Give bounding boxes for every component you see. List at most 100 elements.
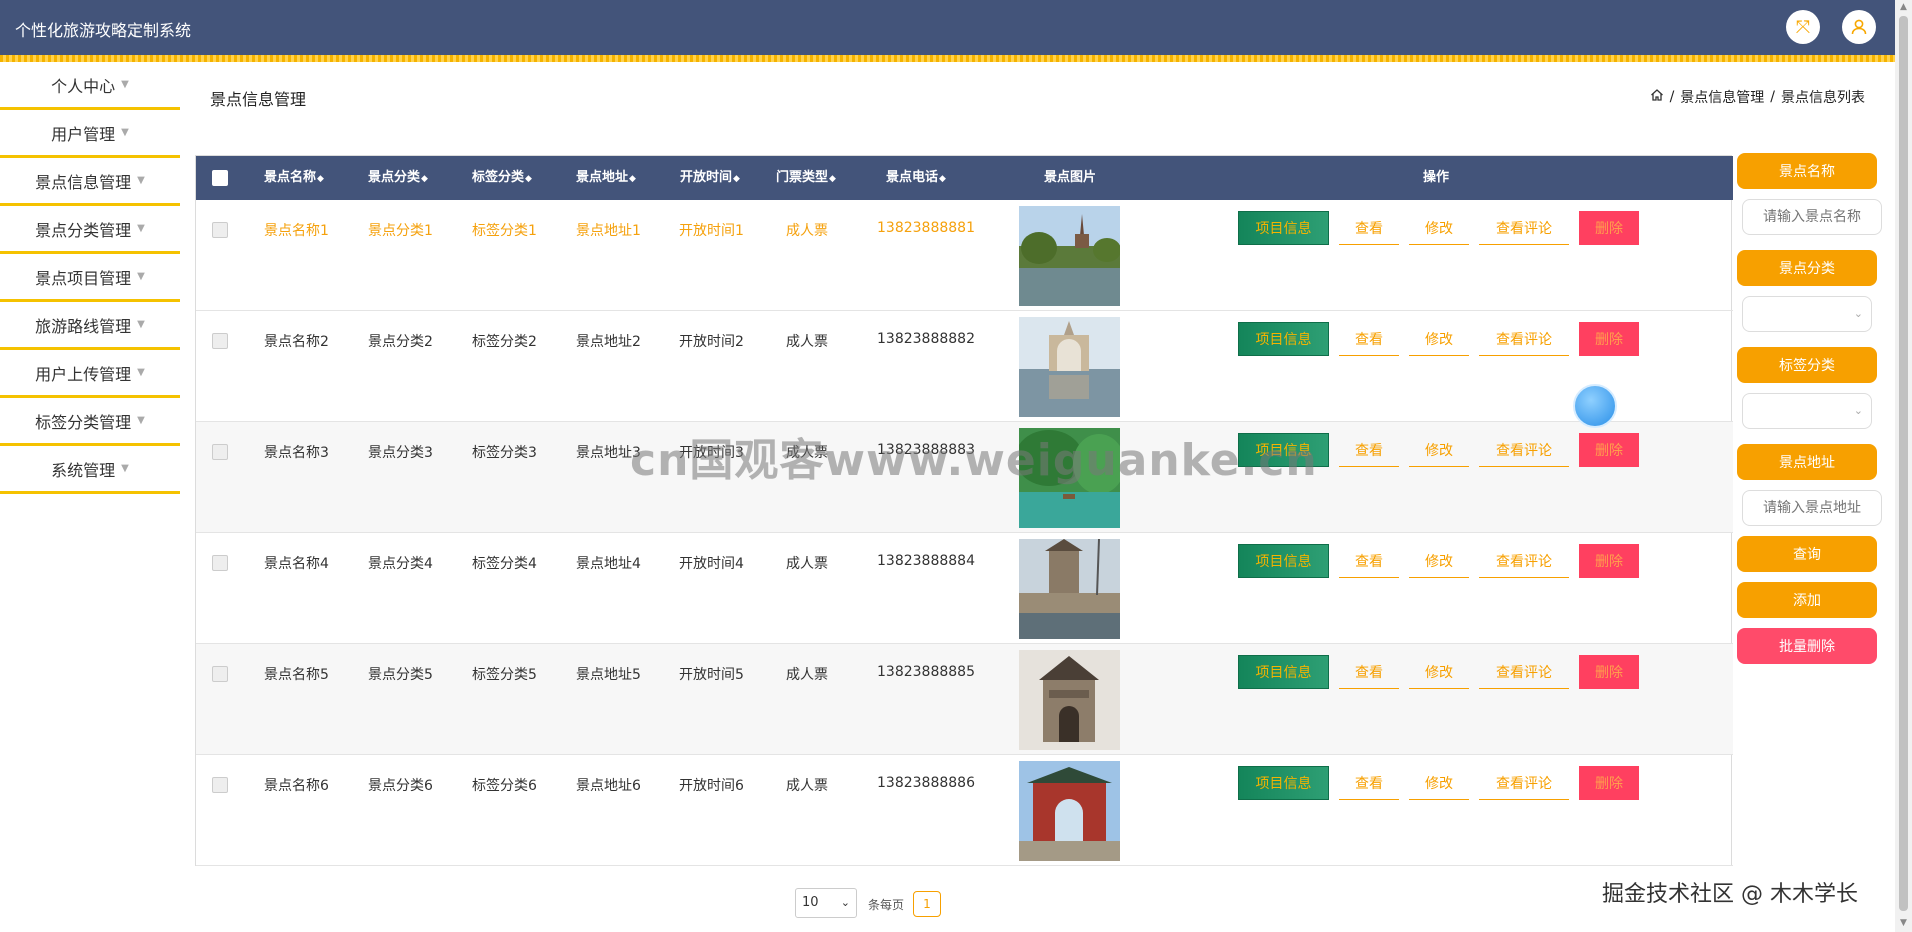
edit-button[interactable]: 修改: [1409, 322, 1469, 356]
sidebar-item-label: 个人中心: [51, 76, 116, 96]
cell-ticket: 成人票: [786, 667, 828, 683]
sidebar-item-scenic-project[interactable]: 景点项目管理 ▼: [0, 254, 180, 302]
user-icon[interactable]: [1842, 10, 1876, 44]
cell-phone: 13823888882: [877, 331, 975, 347]
col-address[interactable]: 景点地址◆: [566, 156, 646, 200]
project-info-button[interactable]: 项目信息: [1238, 322, 1329, 356]
sidebar-item-scenic-info[interactable]: 景点信息管理 ▼: [0, 158, 180, 206]
col-name[interactable]: 景点名称◆: [254, 156, 334, 200]
scenic-thumbnail[interactable]: [1019, 317, 1120, 417]
row-checkbox[interactable]: [212, 333, 228, 349]
delete-button[interactable]: 删除: [1579, 433, 1639, 467]
cell-tag: 标签分类3: [472, 445, 537, 461]
scenic-thumbnail[interactable]: [1019, 206, 1120, 306]
cell-name: 景点名称6: [264, 778, 329, 794]
view-reviews-button[interactable]: 查看评论: [1479, 655, 1569, 689]
project-info-button[interactable]: 项目信息: [1238, 544, 1329, 578]
col-phone[interactable]: 景点电话◆: [876, 156, 956, 200]
view-button[interactable]: 查看: [1339, 766, 1399, 800]
view-button[interactable]: 查看: [1339, 655, 1399, 689]
project-info-button[interactable]: 项目信息: [1238, 655, 1329, 689]
view-reviews-button[interactable]: 查看评论: [1479, 211, 1569, 245]
top-navbar: 个性化旅游攻略定制系统 ⤧: [0, 0, 1895, 55]
page-title: 景点信息管理: [210, 90, 307, 109]
view-button[interactable]: 查看: [1339, 433, 1399, 467]
scenic-thumbnail[interactable]: [1019, 650, 1120, 750]
page-number-current[interactable]: 1: [913, 891, 941, 917]
edit-button[interactable]: 修改: [1409, 766, 1469, 800]
table-row[interactable]: 景点名称4 景点分类4 标签分类4 景点地址4 开放时间4 成人票 138238…: [196, 533, 1733, 644]
sidebar-item-tags[interactable]: 标签分类管理 ▼: [0, 398, 180, 446]
sidebar-item-personal[interactable]: 个人中心 ▼: [0, 62, 180, 110]
table-row[interactable]: 景点名称2 景点分类2 标签分类2 景点地址2 开放时间2 成人票 138238…: [196, 311, 1733, 422]
home-icon[interactable]: [1650, 88, 1664, 106]
breadcrumb-level1[interactable]: 景点信息管理: [1680, 87, 1764, 107]
table-row[interactable]: 景点名称5 景点分类5 标签分类5 景点地址5 开放时间5 成人票 138238…: [196, 644, 1733, 755]
delete-button[interactable]: 删除: [1579, 655, 1639, 689]
sidebar-item-routes[interactable]: 旅游路线管理 ▼: [0, 302, 180, 350]
scroll-thumb[interactable]: [1899, 16, 1908, 911]
view-button[interactable]: 查看: [1339, 322, 1399, 356]
sidebar-item-label: 旅游路线管理: [35, 316, 132, 336]
row-checkbox[interactable]: [212, 444, 228, 460]
row-checkbox[interactable]: [212, 777, 228, 793]
row-checkbox[interactable]: [212, 666, 228, 682]
delete-button[interactable]: 删除: [1579, 544, 1639, 578]
header-stripe: [0, 55, 1895, 62]
scenic-thumbnail[interactable]: [1019, 761, 1120, 861]
view-reviews-button[interactable]: 查看评论: [1479, 433, 1569, 467]
scroll-down-icon[interactable]: ▼: [1898, 918, 1909, 929]
edit-button[interactable]: 修改: [1409, 544, 1469, 578]
add-button[interactable]: 添加: [1737, 582, 1877, 618]
col-category[interactable]: 景点分类◆: [358, 156, 438, 200]
address-search-input[interactable]: [1742, 490, 1882, 526]
expand-icon[interactable]: ⤧: [1786, 10, 1820, 44]
delete-button[interactable]: 删除: [1579, 211, 1639, 245]
view-reviews-button[interactable]: 查看评论: [1479, 544, 1569, 578]
floating-assist-icon[interactable]: [1573, 384, 1617, 428]
sidebar-item-uploads[interactable]: 用户上传管理 ▼: [0, 350, 180, 398]
cell-tag: 标签分类4: [472, 556, 537, 572]
table-row[interactable]: 景点名称1 景点分类1 标签分类1 景点地址1 开放时间1 成人票 138238…: [196, 200, 1733, 311]
cell-name: 景点名称1: [264, 223, 329, 239]
view-button[interactable]: 查看: [1339, 544, 1399, 578]
project-info-button[interactable]: 项目信息: [1238, 211, 1329, 245]
delete-button[interactable]: 删除: [1579, 322, 1639, 356]
edit-button[interactable]: 修改: [1409, 433, 1469, 467]
cell-open-time: 开放时间2: [679, 334, 744, 350]
row-checkbox[interactable]: [212, 555, 228, 571]
sidebar: 个人中心 ▼ 用户管理 ▼ 景点信息管理 ▼ 景点分类管理 ▼ 景点项目管理 ▼ 旅游路线…: [0, 62, 180, 494]
scenic-thumbnail[interactable]: [1019, 539, 1120, 639]
sidebar-item-users[interactable]: 用户管理 ▼: [0, 110, 180, 158]
category-filter-label: 景点分类: [1737, 250, 1877, 286]
table-row[interactable]: 景点名称6 景点分类6 标签分类6 景点地址6 开放时间6 成人票 138238…: [196, 755, 1733, 866]
tag-select[interactable]: ⌄: [1742, 393, 1872, 429]
category-select[interactable]: ⌄: [1742, 296, 1872, 332]
breadcrumb-sep: /: [1770, 89, 1775, 105]
query-button[interactable]: 查询: [1737, 536, 1877, 572]
sidebar-item-scenic-category[interactable]: 景点分类管理 ▼: [0, 206, 180, 254]
delete-button[interactable]: 删除: [1579, 766, 1639, 800]
row-checkbox[interactable]: [212, 222, 228, 238]
col-open-time[interactable]: 开放时间◆: [670, 156, 750, 200]
view-button[interactable]: 查看: [1339, 211, 1399, 245]
sidebar-item-label: 系统管理: [51, 460, 116, 480]
project-info-button[interactable]: 项目信息: [1238, 766, 1329, 800]
view-reviews-button[interactable]: 查看评论: [1479, 322, 1569, 356]
select-all-checkbox[interactable]: [212, 170, 228, 186]
sidebar-item-label: 用户上传管理: [35, 364, 132, 384]
vertical-scrollbar[interactable]: ▲ ▼: [1895, 0, 1912, 932]
cell-address: 景点地址1: [576, 223, 641, 239]
tag-filter-label: 标签分类: [1737, 347, 1877, 383]
per-page-label: 条每页: [868, 898, 905, 912]
col-tag[interactable]: 标签分类◆: [462, 156, 542, 200]
batch-delete-button[interactable]: 批量删除: [1737, 628, 1877, 664]
view-reviews-button[interactable]: 查看评论: [1479, 766, 1569, 800]
edit-button[interactable]: 修改: [1409, 655, 1469, 689]
scroll-up-icon[interactable]: ▲: [1898, 2, 1909, 13]
name-search-input[interactable]: [1742, 199, 1882, 235]
col-ticket[interactable]: 门票类型◆: [766, 156, 846, 200]
page-size-select[interactable]: 10 ⌄: [795, 888, 857, 918]
sidebar-item-system[interactable]: 系统管理 ▼: [0, 446, 180, 494]
edit-button[interactable]: 修改: [1409, 211, 1469, 245]
